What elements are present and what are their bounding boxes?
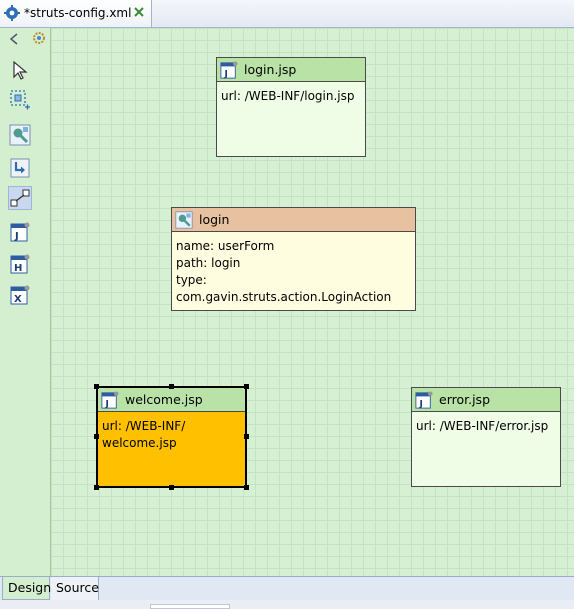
node-url-line-1: url: /WEB-INF/ bbox=[102, 419, 186, 433]
resize-handle[interactable] bbox=[94, 434, 99, 439]
node-title: error.jsp bbox=[439, 392, 491, 407]
resize-handle[interactable] bbox=[169, 485, 174, 490]
status-bar bbox=[0, 600, 574, 609]
node-body: url: /WEB-INF/login.jsp bbox=[217, 82, 365, 105]
resize-handle[interactable] bbox=[244, 485, 249, 490]
forward-arrow-icon bbox=[10, 158, 30, 178]
editor-tab-struts-config[interactable]: *struts-config.xml bbox=[0, 0, 152, 27]
node-body: url: /WEB-INF/ welcome.jsp bbox=[98, 412, 245, 452]
xml-page-tool[interactable]: X bbox=[8, 283, 32, 307]
jsp-page-icon: J bbox=[10, 222, 30, 242]
palette-header bbox=[0, 28, 50, 50]
node-url: url: /WEB-INF/login.jsp bbox=[221, 89, 355, 103]
collapse-left-icon[interactable] bbox=[9, 33, 19, 45]
resize-handle[interactable] bbox=[244, 434, 249, 439]
jsp-page-icon: J bbox=[415, 391, 433, 409]
connection-tool[interactable] bbox=[8, 186, 32, 210]
svg-text:H: H bbox=[14, 263, 22, 274]
editor-tab-title: *struts-config.xml bbox=[24, 6, 132, 20]
svg-text:J: J bbox=[105, 399, 109, 409]
node-body: url: /WEB-INF/error.jsp bbox=[412, 412, 560, 435]
svg-text:J: J bbox=[419, 399, 423, 409]
marquee-select-icon bbox=[10, 90, 30, 110]
diagram-canvas[interactable]: J login.jsp url: /WEB-INF/login.jsp logi… bbox=[51, 28, 574, 576]
html-page-tool[interactable]: H bbox=[8, 252, 32, 276]
node-url-line-2: welcome.jsp bbox=[102, 436, 177, 450]
palette: J H X bbox=[0, 28, 51, 576]
tab-source[interactable]: Source bbox=[51, 577, 99, 600]
action-tool[interactable] bbox=[8, 123, 32, 147]
html-page-icon: H bbox=[10, 254, 30, 274]
node-error-jsp[interactable]: J error.jsp url: /WEB-INF/error.jsp bbox=[411, 387, 561, 487]
jsp-page-icon: J bbox=[101, 391, 119, 409]
node-welcome-jsp[interactable]: J welcome.jsp url: /WEB-INF/ welcome.jsp bbox=[94, 384, 249, 490]
action-type: type: com.gavin.struts.action.LoginActio… bbox=[176, 273, 392, 304]
action-mapping-icon bbox=[9, 124, 31, 146]
action-mapping-icon bbox=[175, 211, 193, 229]
arrow-pointer-icon bbox=[13, 60, 28, 80]
node-title: login.jsp bbox=[244, 62, 297, 77]
xml-page-icon: X bbox=[10, 285, 30, 305]
node-header: J login.jsp bbox=[217, 58, 365, 82]
node-header: J error.jsp bbox=[412, 388, 560, 412]
svg-text:X: X bbox=[14, 294, 22, 305]
node-header: login bbox=[172, 208, 415, 232]
editor-page-tabs: Design Source bbox=[0, 576, 574, 601]
resize-handle[interactable] bbox=[94, 384, 99, 389]
status-tab-sliver bbox=[150, 604, 230, 609]
connection-icon bbox=[10, 189, 30, 207]
resize-handle[interactable] bbox=[169, 384, 174, 389]
resize-handle[interactable] bbox=[94, 485, 99, 490]
node-body: name: userForm path: login type: com.gav… bbox=[172, 232, 415, 306]
svg-text:J: J bbox=[224, 69, 228, 79]
jsp-page-icon: J bbox=[220, 61, 238, 79]
resize-handle[interactable] bbox=[244, 384, 249, 389]
jsp-page-tool[interactable]: J bbox=[8, 220, 32, 244]
forward-tool[interactable] bbox=[8, 156, 32, 180]
close-icon[interactable] bbox=[133, 6, 145, 18]
node-login-action[interactable]: login name: userForm path: login type: c… bbox=[171, 207, 416, 311]
marquee-tool[interactable] bbox=[8, 88, 32, 112]
gear-icon bbox=[4, 5, 20, 21]
editor-tab-strip: *struts-config.xml bbox=[0, 0, 574, 28]
tab-design[interactable]: Design bbox=[2, 577, 51, 600]
node-title: login bbox=[199, 212, 230, 227]
node-login-jsp[interactable]: J login.jsp url: /WEB-INF/login.jsp bbox=[216, 57, 366, 157]
action-path: path: login bbox=[176, 256, 241, 270]
action-name: name: userForm bbox=[176, 239, 275, 253]
palette-settings-icon[interactable] bbox=[32, 31, 46, 45]
node-title: welcome.jsp bbox=[125, 392, 203, 407]
select-tool[interactable] bbox=[8, 58, 32, 82]
svg-text:J: J bbox=[14, 231, 19, 242]
node-header: J welcome.jsp bbox=[98, 388, 245, 412]
node-url: url: /WEB-INF/error.jsp bbox=[416, 419, 549, 433]
